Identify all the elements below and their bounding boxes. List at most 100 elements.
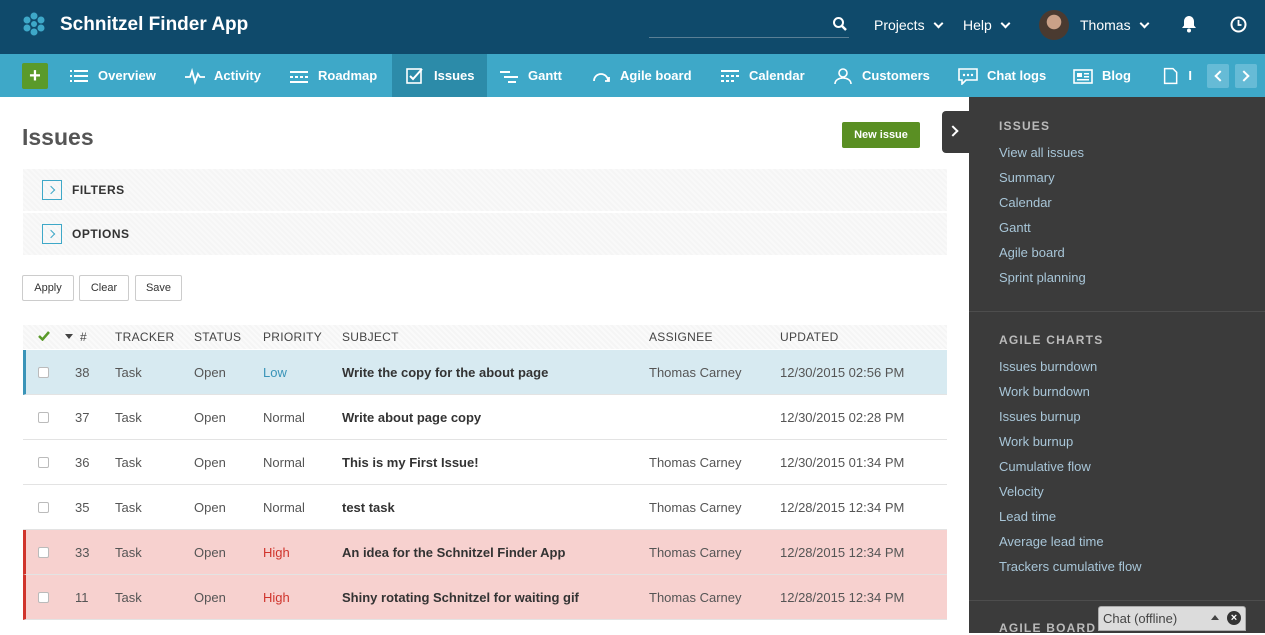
issue-status: Open — [194, 455, 226, 470]
table-row[interactable]: 36TaskOpenNormalThis is my First Issue!T… — [23, 440, 947, 485]
issue-updated: 12/28/2015 12:34 PM — [780, 500, 904, 515]
sidebar-link-work-burndown[interactable]: Work burndown — [999, 384, 1090, 399]
column-header-priority[interactable]: PRIORITY — [263, 330, 322, 344]
tab-overview[interactable]: Overview — [56, 54, 168, 97]
tab-roadmap[interactable]: Roadmap — [276, 54, 389, 97]
tab-label: Calendar — [749, 68, 805, 83]
column-header-subject[interactable]: SUBJECT — [342, 330, 399, 344]
issue-tracker: Task — [115, 365, 142, 380]
tab-activity[interactable]: Activity — [172, 54, 273, 97]
sidebar-link-average-lead-time[interactable]: Average lead time — [999, 534, 1104, 549]
save-button[interactable]: Save — [135, 275, 182, 301]
issue-updated: 12/30/2015 01:34 PM — [780, 455, 904, 470]
filters-panel[interactable]: FILTERS — [23, 169, 947, 211]
tab-label: Activity — [214, 68, 261, 83]
add-button[interactable]: + — [22, 63, 48, 89]
issue-updated: 12/30/2015 02:28 PM — [780, 410, 904, 425]
check-all-icon[interactable] — [38, 331, 50, 341]
column-header-assignee[interactable]: ASSIGNEE — [649, 330, 713, 344]
avatar[interactable] — [1039, 10, 1069, 40]
tab-blog[interactable]: Blog — [1060, 54, 1143, 97]
column-header-number[interactable]: # — [80, 330, 87, 344]
row-checkbox[interactable] — [38, 502, 49, 513]
issue-subject[interactable]: Write the copy for the about page — [342, 365, 548, 380]
sidebar-link-trackers-cumulative-flow[interactable]: Trackers cumulative flow — [999, 559, 1142, 574]
app-title[interactable]: Schnitzel Finder App — [60, 14, 248, 36]
issue-subject[interactable]: test task — [342, 500, 395, 515]
chevron-up-icon[interactable] — [1211, 615, 1219, 620]
table-row[interactable]: 38TaskOpenLowWrite the copy for the abou… — [23, 350, 947, 395]
top-bar: Schnitzel Finder App Projects Help Thoma… — [0, 0, 1265, 54]
issue-subject[interactable]: Write about page copy — [342, 410, 481, 425]
clock-icon[interactable] — [1230, 16, 1247, 33]
apply-button[interactable]: Apply — [22, 275, 74, 301]
column-header-updated[interactable]: UPDATED — [780, 330, 839, 344]
projects-menu[interactable]: Projects — [874, 17, 942, 33]
options-label: OPTIONS — [72, 227, 130, 241]
sidebar-link-summary[interactable]: Summary — [999, 170, 1055, 185]
snowflake-logo-icon[interactable] — [22, 12, 46, 36]
sidebar-heading-issues: ISSUES — [999, 119, 1050, 133]
tab-chat-logs[interactable]: Chat logs — [945, 54, 1058, 97]
issue-status: Open — [194, 410, 226, 425]
row-checkbox[interactable] — [38, 547, 49, 558]
column-header-status[interactable]: STATUS — [194, 330, 241, 344]
sidebar-link-issues-burndown[interactable]: Issues burndown — [999, 359, 1097, 374]
tab-customers[interactable]: Customers — [820, 54, 942, 97]
clear-button[interactable]: Clear — [79, 275, 129, 301]
sidebar-link-sprint-planning[interactable]: Sprint planning — [999, 270, 1086, 285]
sidebar-link-lead-time[interactable]: Lead time — [999, 509, 1056, 524]
tab-label: Chat logs — [987, 68, 1046, 83]
table-row[interactable]: 37TaskOpenNormalWrite about page copy12/… — [23, 395, 947, 440]
sidebar-link-work-burnup[interactable]: Work burnup — [999, 434, 1073, 449]
row-checkbox[interactable] — [38, 592, 49, 603]
sidebar-link-cumulative-flow[interactable]: Cumulative flow — [999, 459, 1091, 474]
tabs-scroll-left-button[interactable] — [1207, 64, 1229, 88]
sort-desc-icon[interactable] — [65, 334, 73, 339]
tab-issues[interactable]: Issues — [392, 54, 487, 97]
tab-label: Blog — [1102, 68, 1131, 83]
options-panel[interactable]: OPTIONS — [23, 213, 947, 255]
sidebar-link-velocity[interactable]: Velocity — [999, 484, 1044, 499]
user-menu[interactable]: Thomas — [1080, 17, 1148, 33]
sidebar-link-issues-burnup[interactable]: Issues burnup — [999, 409, 1081, 424]
expand-options-icon[interactable] — [42, 224, 62, 244]
tab-document[interactable]: I — [1148, 54, 1204, 97]
help-menu[interactable]: Help — [963, 17, 1009, 33]
sidebar-link-view-all-issues[interactable]: View all issues — [999, 145, 1084, 160]
issue-priority: High — [263, 545, 290, 560]
row-checkbox[interactable] — [38, 457, 49, 468]
sidebar-link-calendar[interactable]: Calendar — [999, 195, 1052, 210]
column-header-tracker[interactable]: TRACKER — [115, 330, 174, 344]
tab-agile-board[interactable]: Agile board — [578, 54, 704, 97]
expand-filters-icon[interactable] — [42, 180, 62, 200]
row-checkbox[interactable] — [38, 367, 49, 378]
new-issue-button[interactable]: New issue — [842, 122, 920, 148]
bell-icon[interactable] — [1180, 15, 1198, 33]
tab-gantt[interactable]: Gantt — [486, 54, 574, 97]
tabs-scroll-right-button[interactable] — [1235, 64, 1257, 88]
issue-subject[interactable]: This is my First Issue! — [342, 455, 479, 470]
sidebar-link-agile-board[interactable]: Agile board — [999, 245, 1065, 260]
sidebar-link-gantt[interactable]: Gantt — [999, 220, 1031, 235]
table-row[interactable]: 33TaskOpenHighAn idea for the Schnitzel … — [23, 530, 947, 575]
table-row[interactable]: 35TaskOpenNormaltest taskThomas Carney12… — [23, 485, 947, 530]
issue-status: Open — [194, 545, 226, 560]
search-icon[interactable] — [832, 16, 848, 32]
issue-priority: Normal — [263, 455, 305, 470]
issue-subject[interactable]: Shiny rotating Schnitzel for waiting gif — [342, 590, 579, 605]
tab-label: Customers — [862, 68, 930, 83]
issue-id: 11 — [75, 590, 89, 605]
tab-label: Gantt — [528, 68, 562, 83]
chat-widget[interactable]: Chat (offline) × — [1098, 606, 1246, 631]
tab-calendar[interactable]: Calendar — [707, 54, 817, 97]
issue-assignee: Thomas Carney — [649, 590, 741, 605]
close-icon[interactable]: × — [1227, 611, 1241, 625]
table-row[interactable]: 11TaskOpenHighShiny rotating Schnitzel f… — [23, 575, 947, 620]
issue-id: 37 — [75, 410, 89, 425]
row-checkbox[interactable] — [38, 412, 49, 423]
roadmap-icon — [288, 67, 310, 85]
search-input[interactable] — [649, 37, 849, 38]
issue-subject[interactable]: An idea for the Schnitzel Finder App — [342, 545, 565, 560]
sidebar-toggle-button[interactable] — [942, 111, 970, 153]
